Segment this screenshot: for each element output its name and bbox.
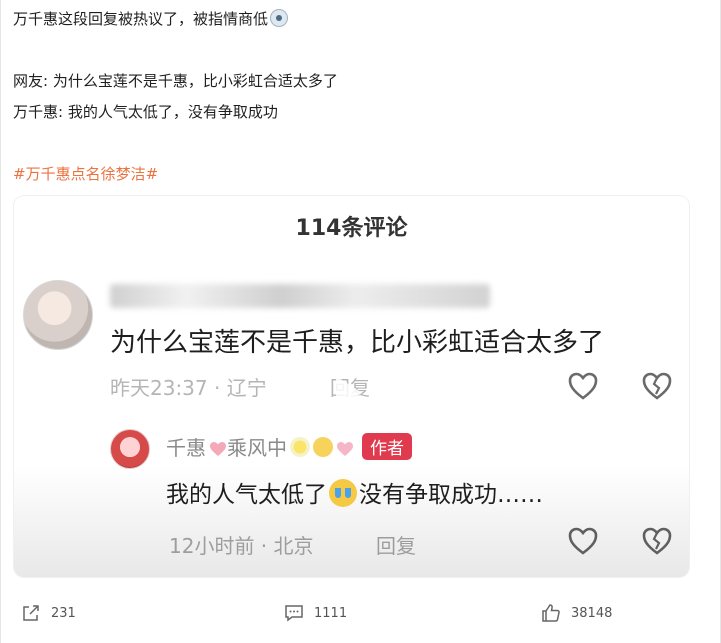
comment-time-location: 昨天23:37 · 辽宁 bbox=[110, 376, 267, 400]
post-title-text: 万千惠这段回复被热议了，被指情商低 bbox=[13, 10, 269, 28]
author-name: 千惠 bbox=[166, 436, 206, 460]
comment-icon bbox=[285, 605, 303, 622]
author-reply-part-2: 没有争取成功…… bbox=[359, 482, 543, 508]
thinking-emoji-icon bbox=[270, 9, 289, 27]
author-reply-label: 回复 bbox=[376, 534, 416, 558]
sun-emoji-icon bbox=[290, 437, 310, 457]
comment-count: 1111 bbox=[314, 605, 348, 621]
broken-heart-icon bbox=[642, 372, 672, 400]
blurred-commenter-name bbox=[110, 284, 490, 308]
pink-heart-icon bbox=[210, 442, 226, 456]
share-count: 231 bbox=[51, 605, 76, 621]
crying-emoji-icon bbox=[329, 479, 357, 507]
like-icon bbox=[542, 604, 560, 622]
broken-heart-icon bbox=[642, 527, 672, 555]
heart-icon bbox=[568, 372, 598, 400]
post-text-line-1: 万千惠这段回复被热议了，被指情商低 bbox=[13, 9, 289, 29]
author-name-suffix: 乘风中 bbox=[227, 436, 287, 460]
author-badge: 作者 bbox=[362, 433, 412, 460]
share-icon bbox=[23, 605, 39, 621]
heart-icon bbox=[568, 527, 598, 555]
pink-heart-icon bbox=[337, 442, 353, 456]
author-reply-time-location: 12小时前 · 北京 bbox=[169, 534, 314, 558]
comment-button[interactable]: 1111 bbox=[284, 602, 347, 624]
author-reply-text: 我的人气太低了 没有争取成功…… bbox=[166, 479, 543, 510]
like-button[interactable]: 38148 bbox=[541, 602, 612, 624]
smile-emoji-icon bbox=[313, 437, 333, 457]
author-avatar bbox=[110, 429, 150, 469]
share-button[interactable]: 231 bbox=[21, 602, 76, 624]
post-text-line-3: 万千惠: 我的人气太低了，没有争取成功 bbox=[13, 103, 278, 121]
comments-count-title: 114条评论 bbox=[295, 216, 408, 241]
play-icon[interactable] bbox=[336, 376, 362, 410]
post-text-line-2: 网友: 为什么宝莲不是千惠，比小彩虹合适太多了 bbox=[13, 72, 338, 90]
embedded-screenshot[interactable]: 114条评论 为什么宝莲不是千惠，比小彩虹适合太多了 昨天23:37 · 辽宁 … bbox=[14, 196, 689, 577]
hashtag-link[interactable]: #万千惠点名徐梦洁# bbox=[13, 164, 158, 184]
author-name-row: 千惠 乘风中 作者 bbox=[166, 432, 412, 461]
comment-text: 为什么宝莲不是千惠，比小彩虹适合太多了 bbox=[110, 328, 605, 358]
post-card: 万千惠这段回复被热议了，被指情商低 网友: 为什么宝莲不是千惠，比小彩虹合适太多… bbox=[0, 0, 721, 643]
commenter-avatar bbox=[23, 280, 93, 350]
author-reply-part-1: 我的人气太低了 bbox=[166, 482, 327, 508]
like-count: 38148 bbox=[571, 605, 613, 621]
